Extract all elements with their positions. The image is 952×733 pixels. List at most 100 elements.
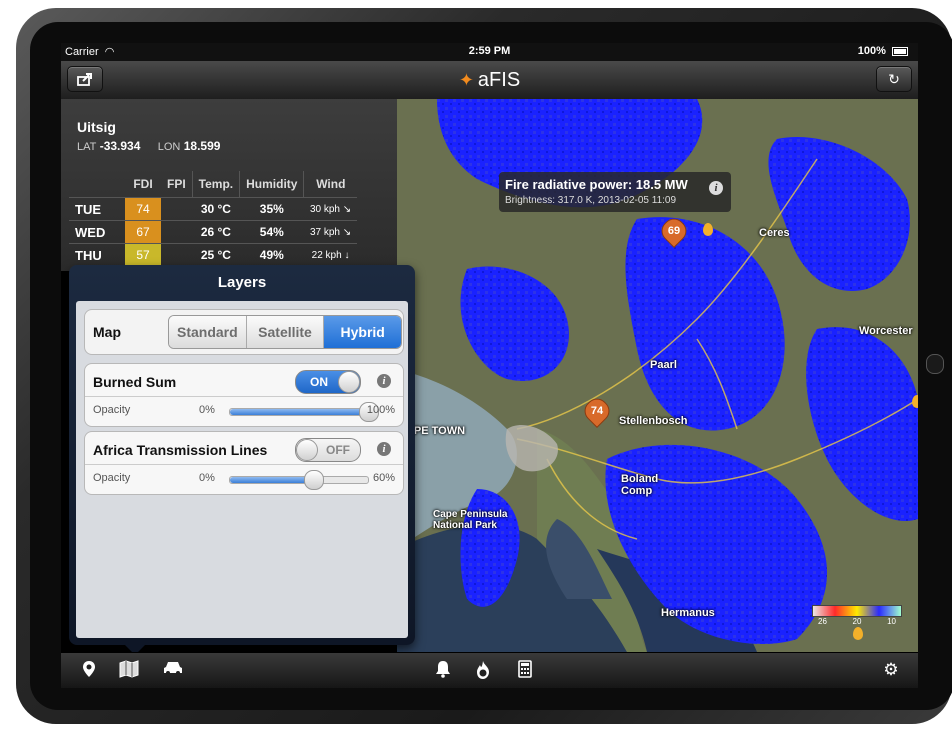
place-label: Cape Peninsula National Park <box>433 509 508 531</box>
wind-cell: 37 kph ↘ <box>303 220 358 244</box>
layer-burned-sum: Burned Sum ON i Opacity 0% 100% <box>84 363 404 427</box>
map-icon <box>119 660 139 678</box>
opacity-min: 0% <box>199 472 215 484</box>
refresh-button[interactable]: ↻ <box>876 66 912 92</box>
opacity-slider[interactable] <box>229 402 379 422</box>
toggle-knob <box>296 439 318 461</box>
wind-cell: 22 kph ↓ <box>303 243 358 266</box>
home-button[interactable] <box>926 354 944 374</box>
transmission-lines-toggle[interactable]: OFF <box>295 438 361 462</box>
location-pin-button[interactable] <box>77 660 101 682</box>
segment-standard[interactable]: Standard <box>169 316 247 348</box>
layer-africa-transmission-lines: Africa Transmission Lines OFF i Opacity … <box>84 431 404 495</box>
place-label: Hermanus <box>661 607 715 619</box>
location-name: Uitsig <box>77 119 116 135</box>
lon-value: 18.599 <box>183 139 221 153</box>
header-humidity: Humidity <box>239 171 305 198</box>
legend-value: 26 <box>818 617 827 626</box>
fire-drop-marker[interactable] <box>912 395 918 408</box>
temp-cell: 30 °C <box>192 197 240 221</box>
fire-button[interactable] <box>471 660 495 682</box>
tooltip-title: Fire radiative power: 18.5 MW <box>505 177 688 192</box>
map-type-segmented-control[interactable]: Standard Satellite Hybrid <box>168 315 402 349</box>
day-cell: THU <box>69 243 125 266</box>
wind-cell: 30 kph ↘ <box>303 197 358 221</box>
pin-label: 74 <box>590 405 604 417</box>
fire-icon <box>477 661 489 679</box>
legend-value: 20 <box>852 617 862 626</box>
clock: 2:59 PM <box>468 45 511 57</box>
table-row[interactable]: THU 57 25 °C 49% 22 kph ↓ <box>69 243 358 266</box>
header-wind: Wind <box>316 177 346 191</box>
humidity-cell: 49% <box>239 243 304 266</box>
opacity-slider[interactable] <box>229 470 369 490</box>
calculator-icon <box>518 660 532 678</box>
calculator-button[interactable] <box>513 660 537 682</box>
header-temp: Temp. <box>192 171 241 198</box>
map-button[interactable] <box>117 660 141 682</box>
slider-fill <box>230 409 368 415</box>
opacity-label: Opacity <box>93 472 131 484</box>
pin-label: 69 <box>667 225 681 237</box>
car-button[interactable] <box>161 660 185 682</box>
lat-label: LAT <box>77 141 97 153</box>
legend-color-bar <box>812 605 902 617</box>
table-row[interactable]: WED 67 26 °C 54% 37 kph ↘ <box>69 220 358 244</box>
nav-bar: ✦ aFIS ↻ <box>61 61 918 100</box>
bottom-toolbar: ⚙ <box>61 652 918 688</box>
popover-body: Map Standard Satellite Hybrid Burned Sum… <box>76 301 408 638</box>
place-label: Paarl <box>650 359 677 371</box>
app-title: aFIS <box>477 69 521 91</box>
burned-sum-toggle[interactable]: ON <box>295 370 361 394</box>
humidity-cell: 35% <box>239 197 304 221</box>
map-legend: 26 20 10 <box>812 605 902 631</box>
day-cell: WED <box>69 220 125 244</box>
toggle-knob <box>338 371 360 393</box>
layer-name: Burned Sum <box>93 374 177 390</box>
weather-forecast-table: FDI FPI Temp. Humidity Wind TUE 74 30 °C… <box>69 171 358 266</box>
fdi-cell: 67 <box>125 220 161 244</box>
battery-percent: 100% <box>857 45 886 57</box>
temp-cell: 26 °C <box>192 220 240 244</box>
fire-info-tooltip[interactable]: Fire radiative power: 18.5 MW Brightness… <box>499 172 731 212</box>
toggle-label: ON <box>310 375 328 389</box>
fpi-cell <box>161 197 193 221</box>
fpi-cell <box>161 220 193 244</box>
legend-value: 10 <box>887 617 896 626</box>
info-icon[interactable]: i <box>709 181 723 195</box>
table-row[interactable]: TUE 74 30 °C 35% 30 kph ↘ <box>69 197 358 221</box>
segment-hybrid[interactable]: Hybrid <box>324 316 401 348</box>
bell-icon <box>436 661 450 678</box>
segment-satellite[interactable]: Satellite <box>246 316 325 348</box>
car-icon <box>164 662 182 675</box>
place-label: Stellenbosch <box>619 415 688 427</box>
app-logo: ✦ aFIS <box>61 69 918 92</box>
map-view[interactable]: Fire radiative power: 18.5 MW Brightness… <box>397 99 918 652</box>
lat-value: -33.934 <box>99 139 141 153</box>
info-icon[interactable]: i <box>377 374 391 388</box>
tooltip-detail: Brightness: 317.0 K, 2013-02-05 11:09 <box>505 195 677 206</box>
table-header: FDI FPI Temp. Humidity Wind <box>69 171 357 198</box>
alerts-button[interactable] <box>431 660 455 682</box>
settings-button[interactable]: ⚙ <box>879 660 903 682</box>
opacity-min: 0% <box>199 404 215 416</box>
status-bar: Carrier ◠ 2:59 PM 100% <box>61 43 918 61</box>
info-icon[interactable]: i <box>377 442 391 456</box>
layers-popover: Layers Map Standard Satellite Hybrid Bur… <box>69 265 415 655</box>
afis-logo-icon: ✦ <box>458 70 474 90</box>
header-fdi: FDI <box>133 177 153 191</box>
slider-fill <box>230 477 313 483</box>
lon-label: LON <box>157 141 181 153</box>
coordinates: LAT -33.934 LON 18.599 <box>77 139 234 153</box>
location-info-panel: Uitsig LAT -33.934 LON 18.599 FDI FPI Te… <box>61 99 397 271</box>
header-fpi: FPI <box>161 171 193 198</box>
refresh-icon: ↻ <box>888 70 900 87</box>
fire-drop-marker[interactable] <box>703 223 713 236</box>
place-label: Boland Comp <box>621 473 659 497</box>
screen: Carrier ◠ 2:59 PM 100% ✦ aFIS ↻ Uitsig LA… <box>61 43 918 688</box>
layer-name: Africa Transmission Lines <box>93 442 268 458</box>
location-pin-icon <box>83 661 95 677</box>
slider-knob[interactable] <box>303 470 324 490</box>
fdi-cell: 57 <box>125 243 161 266</box>
humidity-cell: 54% <box>239 220 304 244</box>
